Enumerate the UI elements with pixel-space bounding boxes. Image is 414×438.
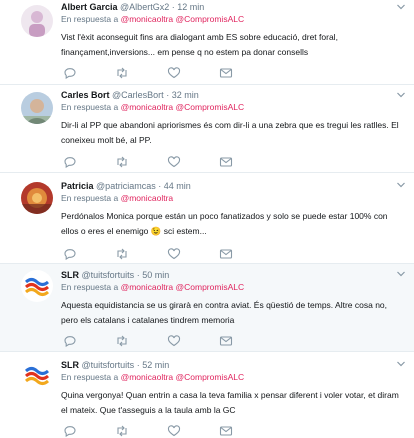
mention-link[interactable]: @monicaoltra @CompromisALC <box>121 372 245 382</box>
reply-context: En respuesta a @monicaoltra @CompromisAL… <box>61 14 245 24</box>
avatar[interactable] <box>21 359 53 391</box>
tweet-card[interactable]: Albert Garcia @AlbertGx2 · 12 min En res… <box>0 0 414 85</box>
tweet-time[interactable]: 44 min <box>164 181 191 191</box>
tweet-header: Carles Bort @CarlesBort · 32 min <box>61 90 199 100</box>
author-handle[interactable]: @patriciamcas <box>96 181 156 191</box>
tweet-time[interactable]: 32 min <box>172 90 199 100</box>
retweet-icon[interactable] <box>115 156 129 168</box>
reply-icon[interactable] <box>63 156 77 168</box>
tweet-text: Perdónalos Monica porque están un poco f… <box>61 211 388 236</box>
like-icon[interactable] <box>167 156 181 168</box>
retweet-icon[interactable] <box>115 335 129 347</box>
mention-link[interactable]: @monicaoltra <box>121 193 174 203</box>
like-icon[interactable] <box>167 425 181 437</box>
message-icon[interactable] <box>219 67 233 79</box>
author-handle[interactable]: @tuitsfortuits <box>82 360 135 370</box>
chevron-down-icon[interactable] <box>396 181 406 189</box>
tweet-text: Aquesta equidistancia se us girarà en co… <box>61 300 388 325</box>
reply-icon[interactable] <box>63 425 77 437</box>
tweet-card[interactable]: Carles Bort @CarlesBort · 32 min En resp… <box>0 85 414 173</box>
like-icon[interactable] <box>167 248 181 260</box>
chevron-down-icon[interactable] <box>396 3 406 11</box>
chevron-down-icon[interactable] <box>396 360 406 368</box>
chevron-down-icon[interactable] <box>396 91 406 99</box>
reply-context: En respuesta a @monicaoltra <box>61 193 174 203</box>
tweet-text: Vist l'èxit aconseguit fins ara dialogan… <box>61 32 338 57</box>
retweet-icon[interactable] <box>115 425 129 437</box>
retweet-icon[interactable] <box>115 67 129 79</box>
author-handle[interactable]: @AlbertGx2 <box>120 2 169 12</box>
message-icon[interactable] <box>219 425 233 437</box>
retweet-icon[interactable] <box>115 248 129 260</box>
tweet-card[interactable]: SLR @tuitsfortuits · 52 min En respuesta… <box>0 352 414 438</box>
tweet-header: Albert Garcia @AlbertGx2 · 12 min <box>61 2 205 12</box>
message-icon[interactable] <box>219 248 233 260</box>
author-name[interactable]: SLR <box>61 360 79 370</box>
reply-context: En respuesta a @monicaoltra @CompromisAL… <box>61 372 245 382</box>
reply-icon[interactable] <box>63 67 77 79</box>
avatar[interactable] <box>21 270 53 302</box>
like-icon[interactable] <box>167 335 181 347</box>
tweet-header: SLR @tuitsfortuits · 50 min <box>61 270 170 280</box>
chevron-down-icon[interactable] <box>396 270 406 278</box>
tweet-time[interactable]: 52 min <box>142 360 169 370</box>
message-icon[interactable] <box>219 156 233 168</box>
avatar[interactable] <box>21 182 53 214</box>
tweet-header: SLR @tuitsfortuits · 52 min <box>61 360 170 370</box>
tweet-text: Quina vergonya! Quan entrin a casa la te… <box>61 390 399 415</box>
tweet-time[interactable]: 50 min <box>142 270 169 280</box>
message-icon[interactable] <box>219 335 233 347</box>
avatar[interactable] <box>21 5 53 37</box>
author-name[interactable]: SLR <box>61 270 79 280</box>
like-icon[interactable] <box>167 67 181 79</box>
reply-icon[interactable] <box>63 248 77 260</box>
tweet-time[interactable]: 12 min <box>177 2 204 12</box>
tweet-text: Dir-li al PP que abandoni apriorismes és… <box>61 120 399 145</box>
mention-link[interactable]: @monicaoltra @CompromisALC <box>121 282 245 292</box>
tweet-card[interactable]: Patricia @patriciamcas · 44 min En respu… <box>0 173 414 264</box>
author-name[interactable]: Carles Bort <box>61 90 110 100</box>
tweet-card[interactable]: SLR @tuitsfortuits · 50 min En respuesta… <box>0 264 414 352</box>
author-name[interactable]: Albert Garcia <box>61 2 118 12</box>
reply-icon[interactable] <box>63 335 77 347</box>
reply-context: En respuesta a @monicaoltra @CompromisAL… <box>61 102 245 112</box>
author-handle[interactable]: @tuitsfortuits <box>82 270 135 280</box>
author-handle[interactable]: @CarlesBort <box>112 90 164 100</box>
reply-context: En respuesta a @monicaoltra @CompromisAL… <box>61 282 245 292</box>
author-name[interactable]: Patricia <box>61 181 94 191</box>
tweet-header: Patricia @patriciamcas · 44 min <box>61 181 191 191</box>
mention-link[interactable]: @monicaoltra @CompromisALC <box>121 102 245 112</box>
mention-link[interactable]: @monicaoltra @CompromisALC <box>121 14 245 24</box>
avatar[interactable] <box>21 92 53 124</box>
